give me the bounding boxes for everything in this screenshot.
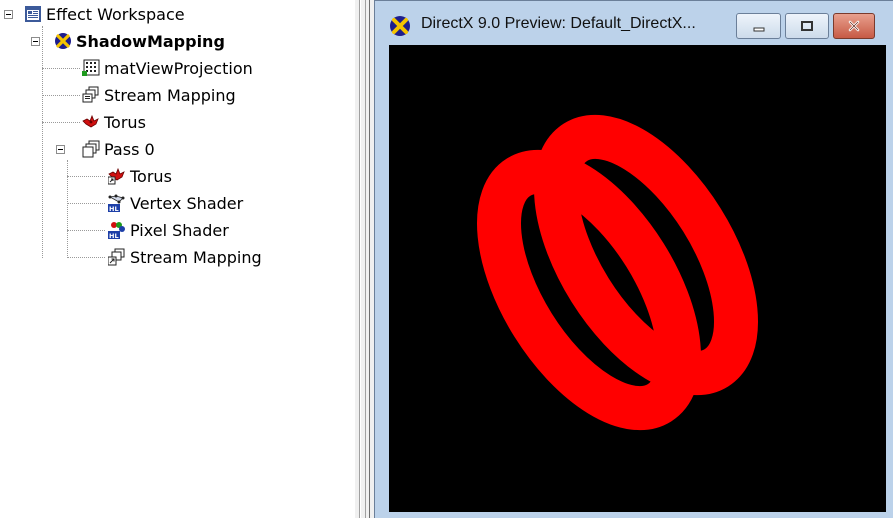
model-reference-icon [107,167,126,185]
tree-node-label: Stream Mapping [130,247,262,267]
tree-node-label: ShadowMapping [76,31,225,51]
svg-text:HL: HL [109,232,119,239]
tree-node-pixel-shader[interactable]: HL Pixel Shader [108,219,229,241]
svg-text:HL: HL [109,205,119,212]
tree-node-label: Torus [104,112,146,132]
minimize-icon [752,17,766,36]
close-icon [847,17,861,36]
close-button[interactable] [833,13,875,39]
pass-icon [82,140,100,158]
workspace-icon [24,5,42,23]
stream-mapping-icon [82,86,100,104]
maximize-icon [800,17,814,36]
tree-node-pass-0[interactable]: Pass 0 [82,138,155,160]
tree-connector [42,95,80,96]
tree-node-effect-workspace[interactable]: Effect Workspace [24,3,185,25]
preview-window-title: DirectX 9.0 Preview: Default_DirectX... [421,15,696,32]
render-viewport[interactable] [389,45,886,512]
collapse-effect-button[interactable] [31,37,40,46]
tree-connector [67,230,105,231]
directx-icon [389,15,411,37]
tree-node-label: Pass 0 [104,139,155,159]
tree-node-vertex-shader[interactable]: HL Vertex Shader [108,192,243,214]
tree-connector [67,203,105,204]
tree-connector [42,68,80,69]
torus-render [476,114,759,431]
tree-node-pass-stream-mapping[interactable]: Stream Mapping [107,246,262,268]
tree-node-stream-mapping[interactable]: Stream Mapping [82,84,236,106]
preview-window[interactable]: DirectX 9.0 Preview: Default_DirectX... [374,0,893,518]
tree-connector [67,160,68,258]
preview-titlebar[interactable]: DirectX 9.0 Preview: Default_DirectX... [375,1,893,45]
model-icon [82,113,100,131]
tree-node-pass-torus[interactable]: Torus [107,165,172,187]
tree-connector [67,257,105,258]
tree-node-label: Vertex Shader [130,193,244,213]
pixel-shader-icon: HL [108,221,126,240]
tree-node-label: Torus [130,166,172,186]
tree-node-label: Stream Mapping [104,85,236,105]
tree-connector [42,122,80,123]
tree-node-matviewprojection[interactable]: matViewProjection [82,57,253,79]
matrix-variable-icon [82,59,100,77]
tree-node-shadowmapping[interactable]: ShadowMapping [54,30,225,52]
effect-workspace-tree[interactable]: Effect Workspace ShadowMapping matViewPr… [0,0,355,518]
pane-splitter[interactable] [355,0,374,518]
maximize-button[interactable] [785,13,829,39]
collapse-root-button[interactable] [4,10,13,19]
collapse-pass-button[interactable] [56,145,65,154]
tree-node-label: matViewProjection [104,58,253,78]
tree-node-label: Pixel Shader [130,220,229,240]
minimize-button[interactable] [736,13,781,39]
tree-node-torus[interactable]: Torus [82,111,146,133]
tree-node-label: Effect Workspace [46,4,185,24]
tree-connector [42,26,43,258]
vertex-shader-icon: HL [108,194,126,213]
stream-mapping-reference-icon [107,248,126,266]
directx-effect-icon [54,32,72,50]
tree-connector [67,176,105,177]
